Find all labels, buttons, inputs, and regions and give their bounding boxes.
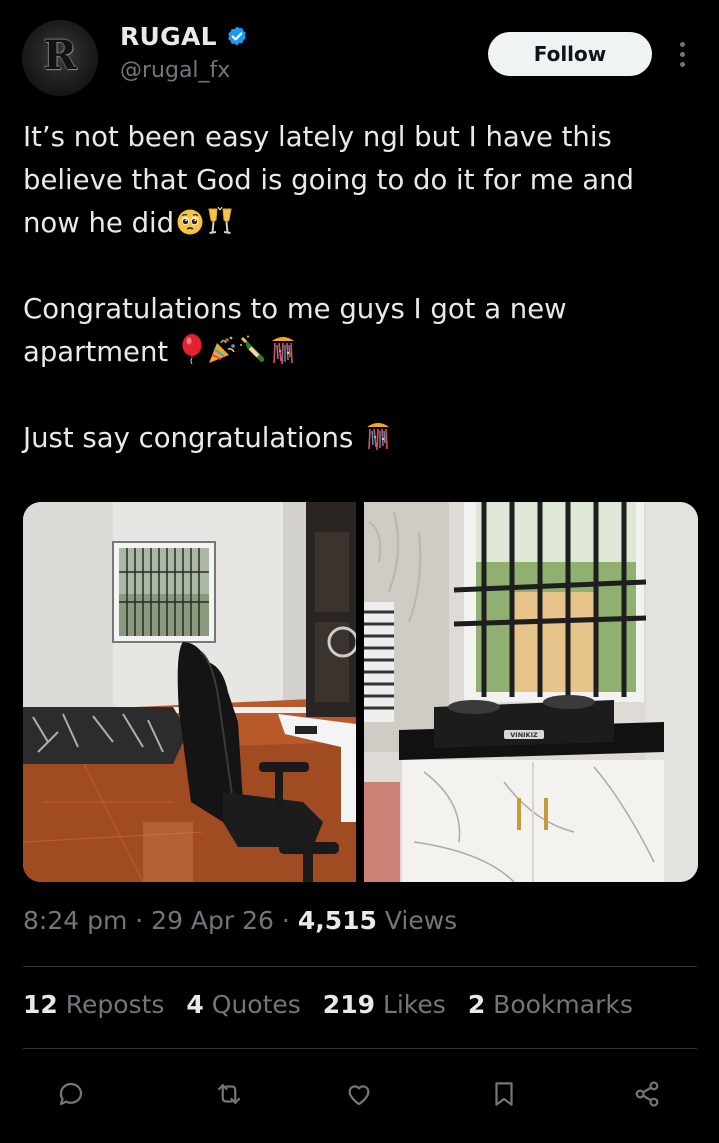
more-vertical-icon[interactable] xyxy=(670,36,694,72)
views-count: 4,515 xyxy=(297,906,377,935)
follow-button[interactable]: Follow xyxy=(488,32,652,76)
repost-icon[interactable] xyxy=(207,1072,251,1116)
balloon-emoji xyxy=(182,334,202,365)
tweet-paragraph-2: Congratulations to me guys I got a new a… xyxy=(23,293,567,368)
views-label: Views xyxy=(384,906,458,935)
tweet-time[interactable]: 8:24 pm xyxy=(23,906,127,935)
bedroom-photo[interactable] xyxy=(23,502,356,882)
bookmarks-stat[interactable]: 2 Bookmarks xyxy=(468,990,633,1019)
pleading-face-emoji xyxy=(177,209,203,235)
tweet-paragraph-3: Just say congratulations xyxy=(23,417,693,460)
tweet-date[interactable]: 29 Apr 26 xyxy=(151,906,274,935)
likes-stat[interactable]: 219 Likes xyxy=(323,990,446,1019)
confetti-ball-emoji xyxy=(271,337,294,365)
divider xyxy=(23,1048,697,1049)
reposts-stat[interactable]: 12 Reposts xyxy=(23,990,164,1019)
meta-separator: · xyxy=(281,906,290,935)
avatar[interactable]: R xyxy=(22,20,98,96)
reply-icon[interactable] xyxy=(49,1072,93,1116)
tweet-header: R RUGAL @rugal_fx Follow xyxy=(22,20,702,100)
tweet-stats: 12 Reposts 4 Quotes 219 Likes 2 Bookmark… xyxy=(23,990,633,1019)
tweet-media: VINIKIZ xyxy=(23,502,698,882)
divider xyxy=(23,966,697,967)
clinking-glasses-emoji xyxy=(208,206,232,234)
verified-badge-icon xyxy=(228,26,246,45)
kitchen-photo[interactable]: VINIKIZ xyxy=(364,502,698,882)
author-name-row: RUGAL xyxy=(120,22,249,51)
tweet-text: It’s not been easy lately ngl but I have… xyxy=(23,116,693,460)
author-display-name[interactable]: RUGAL xyxy=(120,22,217,51)
champagne-bottle-emoji xyxy=(239,335,265,362)
like-icon[interactable] xyxy=(337,1072,381,1116)
party-popper-emoji xyxy=(208,336,235,363)
tweet-meta: 8:24 pm · 29 Apr 26 · 4,515 Views xyxy=(23,906,457,935)
confetti-ball-emoji xyxy=(367,423,390,451)
stove-brand: VINIKIZ xyxy=(510,731,538,739)
bookmark-icon[interactable] xyxy=(482,1072,526,1116)
tweet-paragraph-1: It’s not been easy lately ngl but I have… xyxy=(23,121,634,239)
share-icon[interactable] xyxy=(625,1072,669,1116)
author-handle[interactable]: @rugal_fx xyxy=(120,58,230,83)
avatar-letter: R xyxy=(43,32,77,79)
quotes-stat[interactable]: 4 Quotes xyxy=(186,990,300,1019)
meta-separator: · xyxy=(135,906,144,935)
tweet-actions xyxy=(23,1072,697,1116)
